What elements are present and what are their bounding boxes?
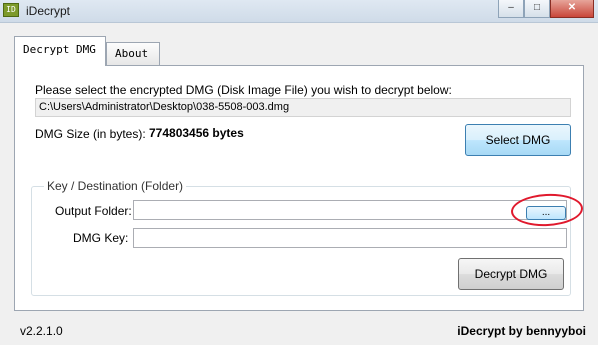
- instruction-text: Please select the encrypted DMG (Disk Im…: [35, 83, 452, 97]
- minimize-button[interactable]: –: [498, 0, 524, 18]
- title-bar[interactable]: ID iDecrypt – □ ✕: [0, 0, 598, 23]
- dmg-size-value: 774803456 bytes: [149, 126, 244, 140]
- dmg-key-input[interactable]: [133, 228, 567, 248]
- version-label: v2.2.1.0: [20, 324, 63, 338]
- dmg-size-label: DMG Size (in bytes):: [35, 127, 146, 141]
- group-title: Key / Destination (Folder): [44, 179, 187, 193]
- maximize-button[interactable]: □: [524, 0, 550, 18]
- dmg-key-label: DMG Key:: [73, 231, 129, 245]
- app-icon: ID: [3, 3, 19, 17]
- window-title: iDecrypt: [26, 4, 71, 18]
- output-folder-input[interactable]: [133, 200, 567, 220]
- decrypt-panel: Please select the encrypted DMG (Disk Im…: [14, 65, 584, 311]
- decrypt-dmg-button[interactable]: Decrypt DMG: [458, 258, 564, 290]
- select-dmg-button[interactable]: Select DMG: [465, 124, 571, 156]
- file-path-field[interactable]: C:\Users\Administrator\Desktop\038-5508-…: [35, 98, 571, 117]
- tab-decrypt-dmg[interactable]: Decrypt DMG: [14, 36, 106, 66]
- close-button[interactable]: ✕: [550, 0, 594, 18]
- credit-label: iDecrypt by bennyyboi: [457, 324, 586, 338]
- window-controls: – □ ✕: [498, 0, 594, 18]
- output-folder-label: Output Folder:: [55, 204, 132, 218]
- tab-about[interactable]: About: [106, 42, 160, 66]
